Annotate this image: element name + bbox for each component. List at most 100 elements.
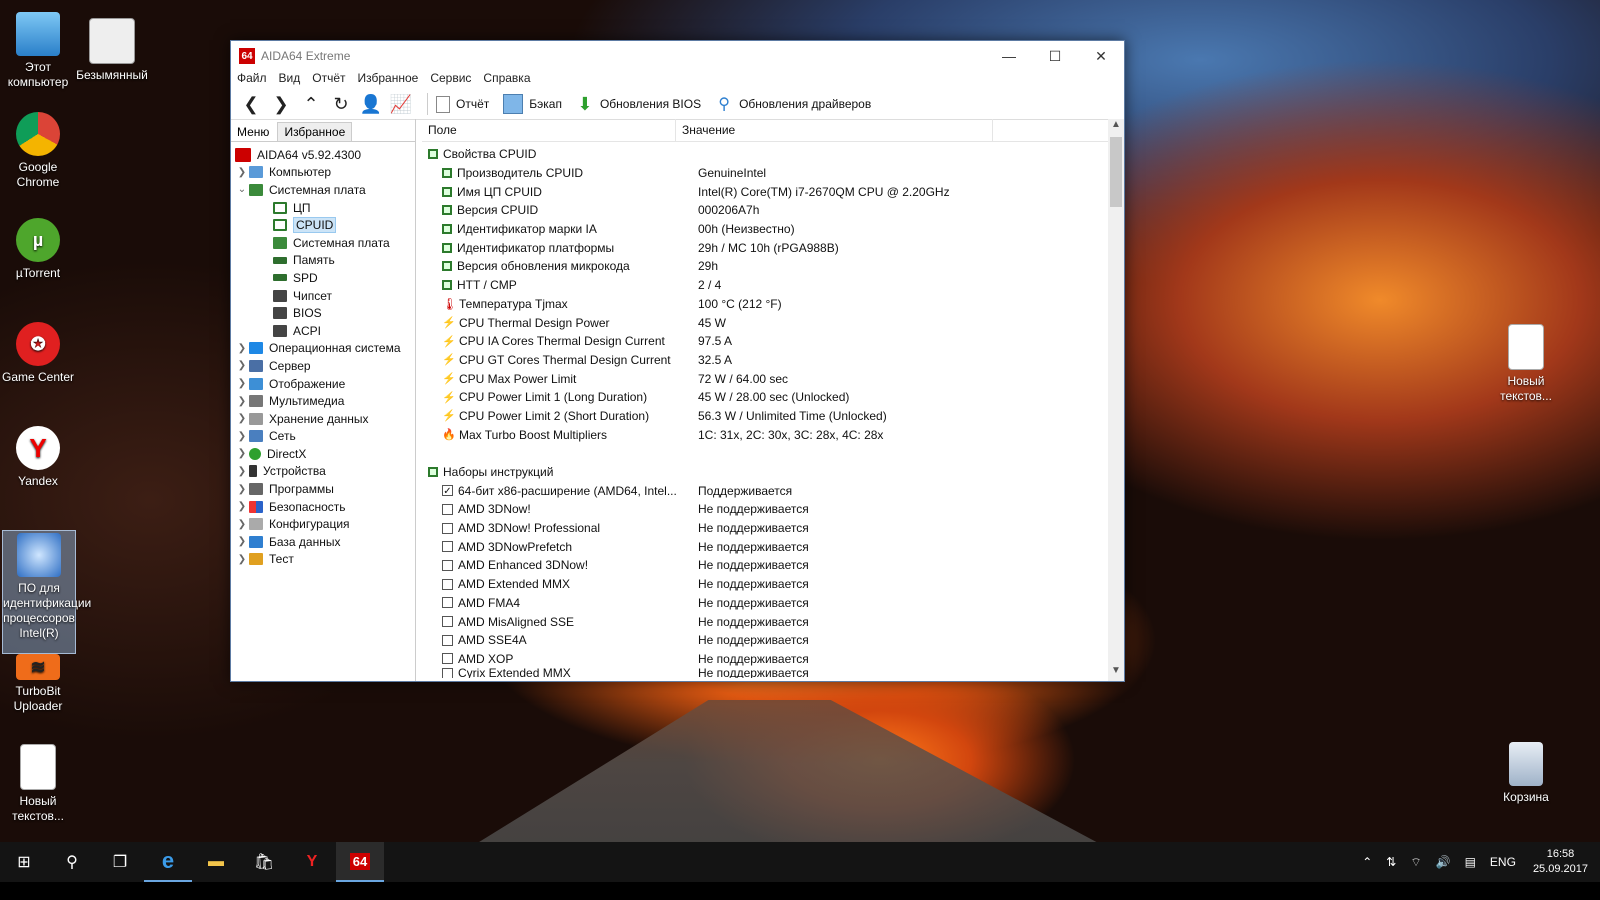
table-row[interactable]: ⚡ CPU Max Power Limit 72 W / 64.00 sec — [422, 369, 1124, 388]
tree-item-computer[interactable]: ❯ Компьютер — [231, 164, 415, 182]
vertical-scrollbar[interactable]: ▲ ▼ — [1108, 119, 1124, 681]
desktop-icon-intel-pid[interactable]: ПО для идентификации процессоров Intel(R… — [2, 530, 91, 654]
table-row[interactable]: ⚡ CPU Power Limit 2 (Short Duration) 56.3 … — [422, 407, 1124, 426]
tree-item-security[interactable]: ❯ Безопасность — [231, 498, 415, 516]
desktop-icon-new-text[interactable]: Новый текстов... — [0, 744, 76, 824]
driver-update-button[interactable]: ⚲ Обновления драйверов — [715, 95, 871, 113]
desktop-icon-untitled[interactable]: Безымянный — [74, 18, 150, 83]
scroll-down-icon[interactable]: ▼ — [1108, 665, 1124, 681]
table-row[interactable]: ⚡ CPU Power Limit 1 (Long Duration) 45 W /… — [422, 388, 1124, 407]
menu-file[interactable]: Файл — [237, 71, 267, 89]
menu-service[interactable]: Сервис — [430, 71, 471, 89]
tree-item-programs[interactable]: ❯ Программы — [231, 480, 415, 498]
desktop-icon-chrome[interactable]: Google Chrome — [0, 112, 76, 190]
chevron-right-icon[interactable]: ❯ — [235, 554, 249, 565]
file-explorer-icon[interactable]: ▬ — [192, 842, 240, 882]
chart-icon-button[interactable]: 📈 — [389, 92, 413, 116]
desktop-icon-yandex[interactable]: Y Yandex — [0, 426, 76, 489]
tree-item-system-board[interactable]: Системная плата — [231, 234, 415, 252]
store-icon[interactable]: 🛍 — [240, 842, 288, 882]
desktop-icon-turbobit[interactable]: ≋ TurboBit Uploader — [0, 654, 76, 714]
table-row[interactable]: AMD XOP Не поддерживается — [422, 650, 1124, 669]
chevron-right-icon[interactable]: ❯ — [235, 448, 249, 459]
table-row[interactable]: Наборы инструкций — [422, 463, 1124, 482]
chevron-right-icon[interactable]: ❯ — [235, 501, 249, 512]
tree-item-memory[interactable]: Память — [231, 252, 415, 270]
up-button[interactable]: ⌃ — [299, 92, 323, 116]
tree-item-display[interactable]: ❯ Отображение — [231, 375, 415, 393]
desktop-icon-game-center[interactable]: ✪ Game Center — [0, 322, 76, 385]
table-row[interactable]: ⚡ CPU Thermal Design Power 45 W — [422, 313, 1124, 332]
table-row[interactable]: ⚡ CPU GT Cores Thermal Design Current 32.5… — [422, 351, 1124, 370]
column-value[interactable]: Значение — [676, 119, 993, 141]
maximize-button[interactable]: ☐ — [1032, 41, 1078, 71]
tree-item-chipset[interactable]: Чипсет — [231, 287, 415, 305]
tree-item-motherboard[interactable]: ⌄ Системная плата — [231, 181, 415, 199]
desktop-icon-this-pc[interactable]: Этот компьютер — [0, 12, 76, 90]
chevron-right-icon[interactable]: ❯ — [235, 466, 249, 477]
table-row[interactable]: HTT / CMP 2 / 4 — [422, 276, 1124, 295]
tree-item-aida64[interactable]: AIDA64 v5.92.4300 — [231, 146, 415, 164]
tree-item-devices[interactable]: ❯ Устройства — [231, 463, 415, 481]
table-row[interactable]: AMD SSE4A Не поддерживается — [422, 631, 1124, 650]
table-row[interactable]: Версия CPUID 000206A7h — [422, 201, 1124, 220]
tree-item-multimedia[interactable]: ❯ Мультимедиа — [231, 392, 415, 410]
chevron-right-icon[interactable]: ❯ — [235, 519, 249, 530]
volume-icon[interactable]: 🔊 — [1436, 855, 1451, 869]
chevron-right-icon[interactable]: ❯ — [235, 343, 249, 354]
chevron-right-icon[interactable]: ❯ — [235, 167, 249, 178]
task-view-icon[interactable]: ❐ — [96, 842, 144, 882]
notification-icon[interactable]: ▤ — [1465, 855, 1476, 869]
table-row[interactable]: AMD 3DNow! Professional Не поддерживается — [422, 519, 1124, 538]
menu-report[interactable]: Отчёт — [312, 71, 345, 89]
table-row[interactable]: Идентификатор марки IA 00h (Неизвестно) — [422, 220, 1124, 239]
tab-favorites[interactable]: Избранное — [277, 122, 353, 141]
minimize-button[interactable]: — — [986, 41, 1032, 71]
tree-item-spd[interactable]: SPD — [231, 269, 415, 287]
column-field[interactable]: Поле — [422, 119, 676, 141]
desktop-icon-utorrent[interactable]: µ µTorrent — [0, 218, 76, 281]
close-button[interactable]: ✕ — [1078, 41, 1124, 71]
table-row[interactable]: AMD 3DNowPrefetch Не поддерживается — [422, 537, 1124, 556]
table-row[interactable]: 🌡 Температура Tjmax 100 °C (212 °F) — [422, 295, 1124, 314]
yandex-browser-icon[interactable]: Y — [288, 842, 336, 882]
chevron-right-icon[interactable]: ❯ — [235, 378, 249, 389]
chevron-up-icon[interactable]: ⌃ — [1362, 855, 1372, 869]
tree-item-acpi[interactable]: ACPI — [231, 322, 415, 340]
table-row[interactable]: Идентификатор платформы 29h / MC 10h (rPG… — [422, 238, 1124, 257]
start-button[interactable]: ⊞ — [0, 842, 48, 882]
desktop-icon-new-text-2[interactable]: Новый текстов... — [1488, 324, 1564, 404]
table-row[interactable]: Cyrix Extended MMX Не поддерживается — [422, 668, 1124, 679]
table-row[interactable]: AMD Enhanced 3DNow! Не поддерживается — [422, 556, 1124, 575]
tree-item-database[interactable]: ❯ База данных — [231, 533, 415, 551]
table-row[interactable]: AMD 3DNow! Не поддерживается — [422, 500, 1124, 519]
table-row[interactable]: Свойства CPUID — [422, 145, 1124, 164]
tree-item-bios[interactable]: BIOS — [231, 304, 415, 322]
report-button[interactable]: Отчёт — [436, 95, 489, 113]
wifi-icon[interactable]: ⌔ — [1410, 855, 1421, 870]
table-row[interactable]: Производитель CPUID GenuineIntel — [422, 164, 1124, 183]
forward-button[interactable]: ❯ — [269, 92, 293, 116]
aida64-taskbar-button[interactable]: 64 — [336, 842, 384, 882]
menu-view[interactable]: Вид — [279, 71, 301, 89]
refresh-button[interactable]: ↻ — [329, 92, 353, 116]
table-row[interactable]: Имя ЦП CPUID Intel(R) Core(TM) i7-2670QM … — [422, 182, 1124, 201]
table-row[interactable]: AMD FMA4 Не поддерживается — [422, 594, 1124, 613]
clock[interactable]: 16:58 25.09.2017 — [1533, 847, 1588, 877]
tree-item-test[interactable]: ❯ Тест — [231, 551, 415, 569]
table-row[interactable]: ✓ 64-бит x86-расширение (AMD64, Intel... П… — [422, 481, 1124, 500]
language-indicator[interactable]: ENG — [1490, 855, 1516, 869]
chevron-down-icon[interactable]: ⌄ — [235, 184, 249, 195]
tree-item-server[interactable]: ❯ Сервер — [231, 357, 415, 375]
tree-item-cpu[interactable]: ЦП — [231, 199, 415, 217]
search-icon[interactable]: ⚲ — [48, 842, 96, 882]
table-row[interactable]: AMD Extended MMX Не поддерживается — [422, 575, 1124, 594]
table-row[interactable]: ⚡ CPU IA Cores Thermal Design Current 97.5… — [422, 332, 1124, 351]
tree-item-storage[interactable]: ❯ Хранение данных — [231, 410, 415, 428]
chevron-right-icon[interactable]: ❯ — [235, 360, 249, 371]
chevron-right-icon[interactable]: ❯ — [235, 484, 249, 495]
user-icon-button[interactable]: 👤 — [359, 92, 383, 116]
edge-icon[interactable]: e — [144, 842, 192, 882]
network-tray-icon[interactable]: ⇅ — [1386, 855, 1396, 869]
chevron-right-icon[interactable]: ❯ — [235, 396, 249, 407]
